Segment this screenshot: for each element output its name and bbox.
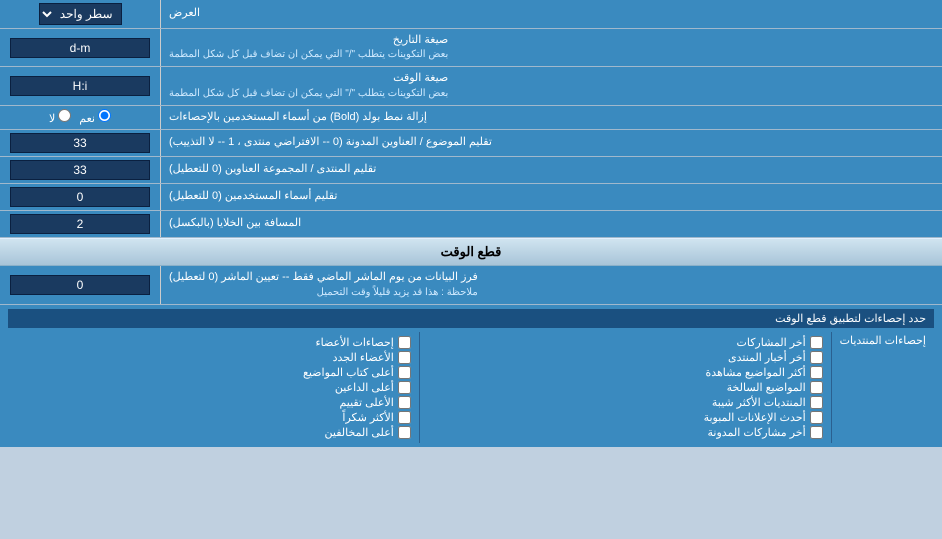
- select-display-mode[interactable]: سطر واحد سطرين: [39, 3, 122, 25]
- cb-label: الأعلى تقييم: [339, 396, 393, 409]
- cb-label: الأكثر شكراً: [342, 411, 393, 424]
- cb-latest-news[interactable]: [810, 351, 823, 364]
- input-display-mode: سطر واحد سطرين: [0, 0, 160, 28]
- cb-label: أعلى المخالفين: [325, 426, 394, 439]
- list-item: الأكثر شكراً: [16, 411, 411, 424]
- label-display-mode: العرض: [160, 0, 942, 28]
- cb-most-viewed[interactable]: [810, 366, 823, 379]
- user-names-field[interactable]: [10, 187, 150, 207]
- cb-label: أكثر المواضيع مشاهدة: [705, 366, 805, 379]
- cb-label: المنتديات الأكثر شيبة: [712, 396, 806, 409]
- list-item: أعلى المخالفين: [16, 426, 411, 439]
- list-item: أكثر المواضيع مشاهدة: [428, 366, 823, 379]
- list-item: أخر أخبار المنتدى: [428, 351, 823, 364]
- label-bold: إزالة نمط بولد (Bold) من أسماء المستخدمي…: [160, 106, 942, 129]
- row-topic-titles: تقليم الموضوع / العناوين المدونة (0 -- ا…: [0, 130, 942, 157]
- cb-new-members[interactable]: [398, 351, 411, 364]
- member-stats-column: إحصاءات الأعضاء الأعضاء الجدد أعلى كتاب …: [8, 332, 419, 443]
- list-item: المواضيع السالخة: [428, 381, 823, 394]
- cb-latest-blog[interactable]: [810, 426, 823, 439]
- list-item: إحصاءات الأعضاء: [16, 336, 411, 349]
- list-item: الأعضاء الجدد: [16, 351, 411, 364]
- cb-old-topics[interactable]: [810, 381, 823, 394]
- radio-no[interactable]: [58, 109, 71, 122]
- section-cutoff-header: قطع الوقت: [0, 238, 942, 266]
- label-cutoff-days: فرز البيانات من يوم الماشر الماضي فقط --…: [160, 266, 942, 303]
- label-user-names: تقليم أسماء المستخدمين (0 للتعطيل): [160, 184, 942, 210]
- input-forum-titles: [0, 157, 160, 183]
- cb-label: إحصاءات الأعضاء: [315, 336, 393, 349]
- cb-label: الأعضاء الجدد: [333, 351, 394, 364]
- cb-member-stats[interactable]: [398, 336, 411, 349]
- list-item: أخر المشاركات: [428, 336, 823, 349]
- forum-titles-field[interactable]: [10, 160, 150, 180]
- cb-latest-posts[interactable]: [810, 336, 823, 349]
- date-format-field[interactable]: [10, 38, 150, 58]
- radio-yes[interactable]: [98, 109, 111, 122]
- spacing-field[interactable]: [10, 214, 150, 234]
- label-time-format: صيغة الوقت بعض التكوينات يتطلب "/" التي …: [160, 67, 942, 104]
- time-format-field[interactable]: [10, 76, 150, 96]
- forum-stats-column: أخر المشاركات أخر أخبار المنتدى أكثر الم…: [420, 332, 831, 443]
- row-bold: إزالة نمط بولد (Bold) من أسماء المستخدمي…: [0, 106, 942, 130]
- row-cutoff-days: فرز البيانات من يوم الماشر الماضي فقط --…: [0, 266, 942, 304]
- input-spacing: [0, 211, 160, 237]
- row-time-format: صيغة الوقت بعض التكوينات يتطلب "/" التي …: [0, 67, 942, 105]
- stats-checkboxes-section: حدد إحصاءات لتطبيق قطع الوقت إحصاءات الم…: [0, 305, 942, 447]
- list-item: أعلى الداعين: [16, 381, 411, 394]
- cb-top-writers[interactable]: [398, 366, 411, 379]
- list-item: المنتديات الأكثر شيبة: [428, 396, 823, 409]
- cutoff-days-field[interactable]: [10, 275, 150, 295]
- list-item: الأعلى تقييم: [16, 396, 411, 409]
- label-spacing: المسافة بين الخلايا (بالبكسل): [160, 211, 942, 237]
- row-display-mode: العرض سطر واحد سطرين: [0, 0, 942, 29]
- cb-latest-ads[interactable]: [810, 411, 823, 424]
- cb-popular-forums[interactable]: [810, 396, 823, 409]
- row-date-format: صيغة التاريخ بعض التكوينات يتطلب "/" الت…: [0, 29, 942, 67]
- row-spacing: المسافة بين الخلايا (بالبكسل): [0, 211, 942, 238]
- divider-2: [419, 332, 420, 443]
- cb-label: أخر مشاركات المدونة: [707, 426, 805, 439]
- stats-header: حدد إحصاءات لتطبيق قطع الوقت: [8, 309, 934, 328]
- cb-top-rated[interactable]: [398, 396, 411, 409]
- cb-top-inviters[interactable]: [398, 381, 411, 394]
- label-topic-titles: تقليم الموضوع / العناوين المدونة (0 -- ا…: [160, 130, 942, 156]
- input-time-format: [0, 67, 160, 104]
- list-item: أحدث الإعلانات المبوبة: [428, 411, 823, 424]
- input-cutoff-days: [0, 266, 160, 303]
- cb-label: أعلى كتاب المواضيع: [303, 366, 394, 379]
- label-forum-titles: تقليم المنتدى / المجموعة العناوين (0 للت…: [160, 157, 942, 183]
- cb-label: أعلى الداعين: [335, 381, 394, 394]
- input-bold: نعم لا: [0, 106, 160, 129]
- forum-stats-label: إحصاءات المنتديات: [840, 334, 926, 347]
- cb-label: أخر المشاركات: [736, 336, 805, 349]
- cb-label: أخر أخبار المنتدى: [728, 351, 806, 364]
- radio-yes-label[interactable]: نعم: [79, 109, 111, 125]
- cb-top-visitors[interactable]: [398, 426, 411, 439]
- cb-label: المواضيع السالخة: [727, 381, 806, 394]
- input-topic-titles: [0, 130, 160, 156]
- cb-most-thanked[interactable]: [398, 411, 411, 424]
- checkboxes-grid: إحصاءات المنتديات أخر المشاركات أخر أخبا…: [8, 332, 934, 443]
- row-forum-titles: تقليم المنتدى / المجموعة العناوين (0 للت…: [0, 157, 942, 184]
- row-user-names: تقليم أسماء المستخدمين (0 للتعطيل): [0, 184, 942, 211]
- settings-container: العرض سطر واحد سطرين صيغة التاريخ بعض ال…: [0, 0, 942, 447]
- topic-titles-field[interactable]: [10, 133, 150, 153]
- list-item: أخر مشاركات المدونة: [428, 426, 823, 439]
- cb-label: أحدث الإعلانات المبوبة: [704, 411, 806, 424]
- input-date-format: [0, 29, 160, 66]
- radio-no-label[interactable]: لا: [49, 109, 71, 125]
- radio-bold-group: نعم لا: [49, 109, 111, 125]
- input-user-names: [0, 184, 160, 210]
- label-date-format: صيغة التاريخ بعض التكوينات يتطلب "/" الت…: [160, 29, 942, 66]
- list-item: أعلى كتاب المواضيع: [16, 366, 411, 379]
- divider-1: [831, 332, 832, 443]
